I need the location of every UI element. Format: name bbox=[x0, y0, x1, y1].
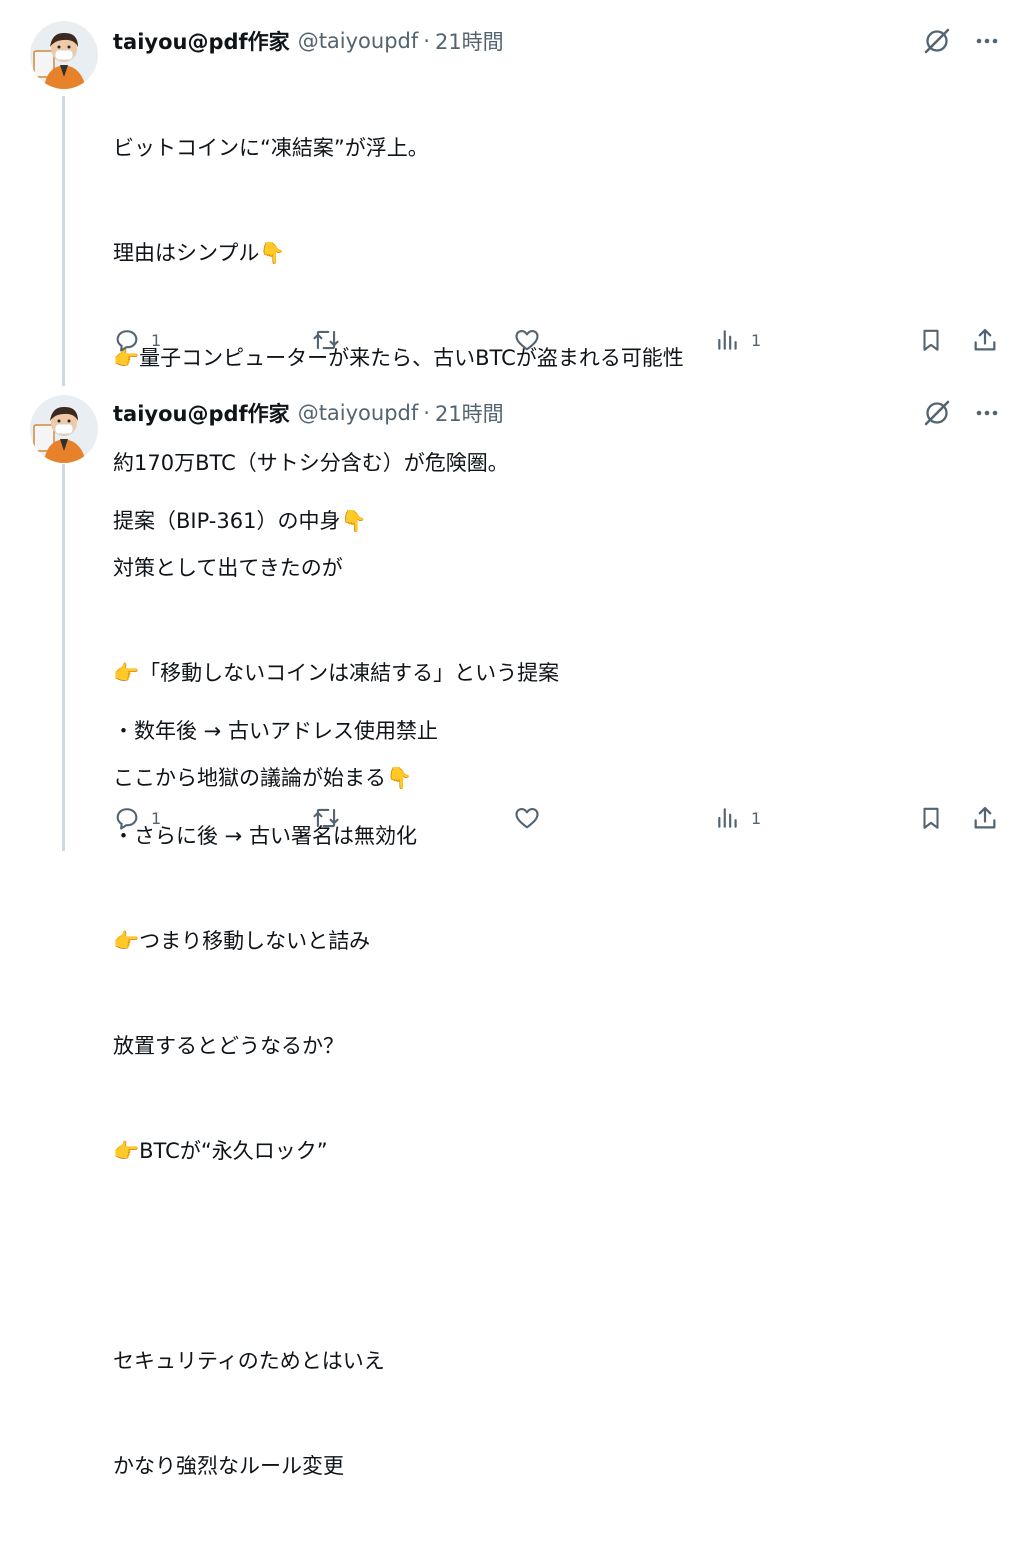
thread-line bbox=[62, 464, 65, 851]
reply-icon bbox=[113, 804, 141, 832]
repost-button[interactable] bbox=[311, 326, 341, 354]
author-name[interactable]: taiyou@pdf作家 bbox=[113, 398, 290, 428]
tweet-line: 👉BTCが“永久ロック” bbox=[113, 1139, 328, 1163]
tweet-header: taiyou@pdf作家 @taiyoupdf · 21時間 bbox=[113, 26, 504, 56]
like-button[interactable] bbox=[513, 804, 541, 832]
reply-icon bbox=[113, 326, 141, 354]
author-name[interactable]: taiyou@pdf作家 bbox=[113, 26, 290, 56]
tweet-line: 👉つまり移動しないと詰み bbox=[113, 929, 371, 953]
share-icon bbox=[971, 326, 999, 354]
action-bar: 1 1 bbox=[113, 802, 998, 834]
thread-line bbox=[62, 96, 65, 386]
heart-icon bbox=[513, 804, 541, 832]
like-button[interactable] bbox=[513, 326, 541, 354]
views-button[interactable]: 1 bbox=[715, 805, 761, 831]
avatar[interactable] bbox=[30, 21, 98, 89]
tweet-text: 提案（BIP-361）の中身👇 ・数年後 → 古いアドレス使用禁止 ・さらに後 … bbox=[113, 434, 438, 1554]
separator-dot: · bbox=[423, 401, 430, 425]
reply-count: 1 bbox=[151, 330, 162, 350]
tweet-line: 提案（BIP-361）の中身👇 bbox=[113, 509, 367, 533]
timestamp[interactable]: 21時間 bbox=[435, 398, 504, 428]
views-icon bbox=[715, 327, 741, 353]
header-icons bbox=[922, 398, 1000, 428]
tweet-line: 理由はシンプル👇 bbox=[113, 241, 286, 265]
tweet-line: かなり強烈なルール変更 bbox=[113, 1454, 344, 1478]
bookmark-icon bbox=[918, 326, 944, 354]
repost-icon bbox=[311, 326, 341, 354]
views-icon bbox=[715, 805, 741, 831]
tweet-line: セキュリティのためとはいえ bbox=[113, 1349, 385, 1373]
author-handle[interactable]: @taiyoupdf bbox=[298, 401, 419, 425]
views-button[interactable]: 1 bbox=[715, 327, 761, 353]
author-handle[interactable]: @taiyoupdf bbox=[298, 29, 419, 53]
separator-dot: · bbox=[423, 29, 430, 53]
bookmark-button[interactable] bbox=[918, 804, 944, 832]
reply-button[interactable]: 1 bbox=[113, 326, 161, 354]
tweet[interactable]: taiyou@pdf作家 @taiyoupdf · 21時間 提案（BIP-36… bbox=[0, 380, 1024, 1478]
tweet-line bbox=[113, 609, 438, 644]
grok-slash-icon[interactable] bbox=[922, 398, 952, 428]
grok-slash-icon[interactable] bbox=[922, 26, 952, 56]
view-count: 1 bbox=[751, 330, 762, 350]
reply-count: 1 bbox=[151, 808, 162, 828]
reply-button[interactable]: 1 bbox=[113, 804, 161, 832]
repost-button[interactable] bbox=[311, 804, 341, 832]
tweet[interactable]: taiyou@pdf作家 @taiyoupdf · 21時間 ビットコインに“凍… bbox=[0, 0, 1024, 790]
header-icons bbox=[922, 26, 1000, 56]
tweet-line: ビットコインに“凍結案”が浮上。 bbox=[113, 136, 429, 160]
heart-icon bbox=[513, 326, 541, 354]
bookmark-button[interactable] bbox=[918, 326, 944, 354]
tweet-line: 放置するとどうなるか？ bbox=[113, 1034, 344, 1058]
avatar[interactable] bbox=[30, 395, 98, 463]
bookmark-icon bbox=[918, 804, 944, 832]
more-icon[interactable] bbox=[974, 28, 1000, 54]
tweet-line bbox=[113, 1239, 438, 1274]
action-bar: 1 1 bbox=[113, 324, 998, 356]
more-icon[interactable] bbox=[974, 400, 1000, 426]
share-button[interactable] bbox=[971, 326, 999, 354]
share-button[interactable] bbox=[971, 804, 999, 832]
tweet-header: taiyou@pdf作家 @taiyoupdf · 21時間 bbox=[113, 398, 504, 428]
timestamp[interactable]: 21時間 bbox=[435, 26, 504, 56]
repost-icon bbox=[311, 804, 341, 832]
tweet-line: ・数年後 → 古いアドレス使用禁止 bbox=[113, 719, 438, 743]
view-count: 1 bbox=[751, 808, 762, 828]
share-icon bbox=[971, 804, 999, 832]
